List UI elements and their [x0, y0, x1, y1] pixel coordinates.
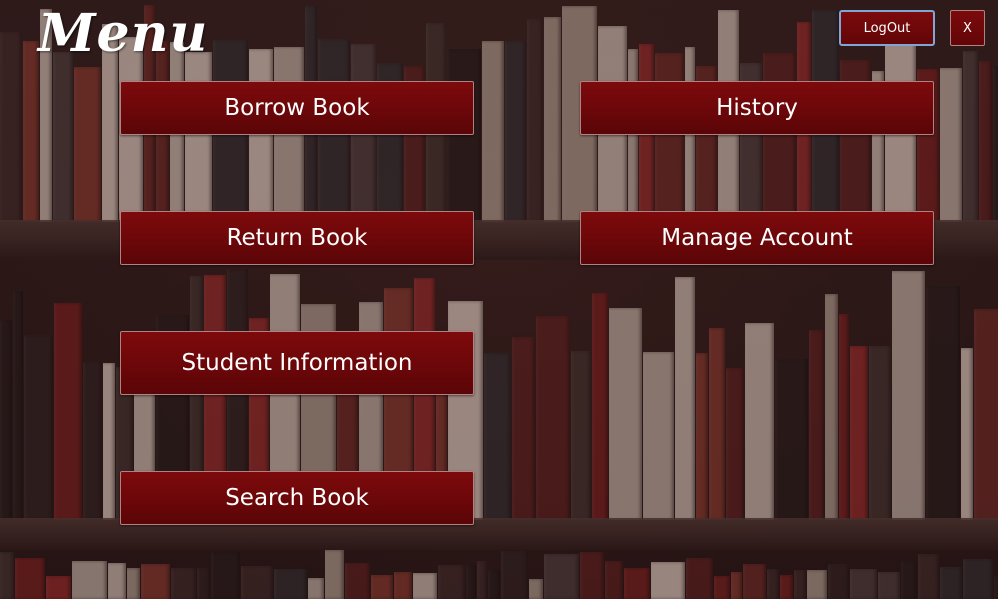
- search-book-button[interactable]: Search Book: [120, 471, 474, 525]
- close-button[interactable]: X: [950, 10, 985, 46]
- history-button[interactable]: History: [580, 81, 934, 135]
- menu-window: Menu LogOut X Borrow Book History Return…: [0, 0, 998, 599]
- borrow-book-button[interactable]: Borrow Book: [120, 81, 474, 135]
- student-information-button[interactable]: Student Information: [120, 331, 474, 395]
- logout-button[interactable]: LogOut: [839, 10, 935, 46]
- page-title: Menu: [38, 3, 209, 64]
- manage-account-button[interactable]: Manage Account: [580, 211, 934, 265]
- return-book-button[interactable]: Return Book: [120, 211, 474, 265]
